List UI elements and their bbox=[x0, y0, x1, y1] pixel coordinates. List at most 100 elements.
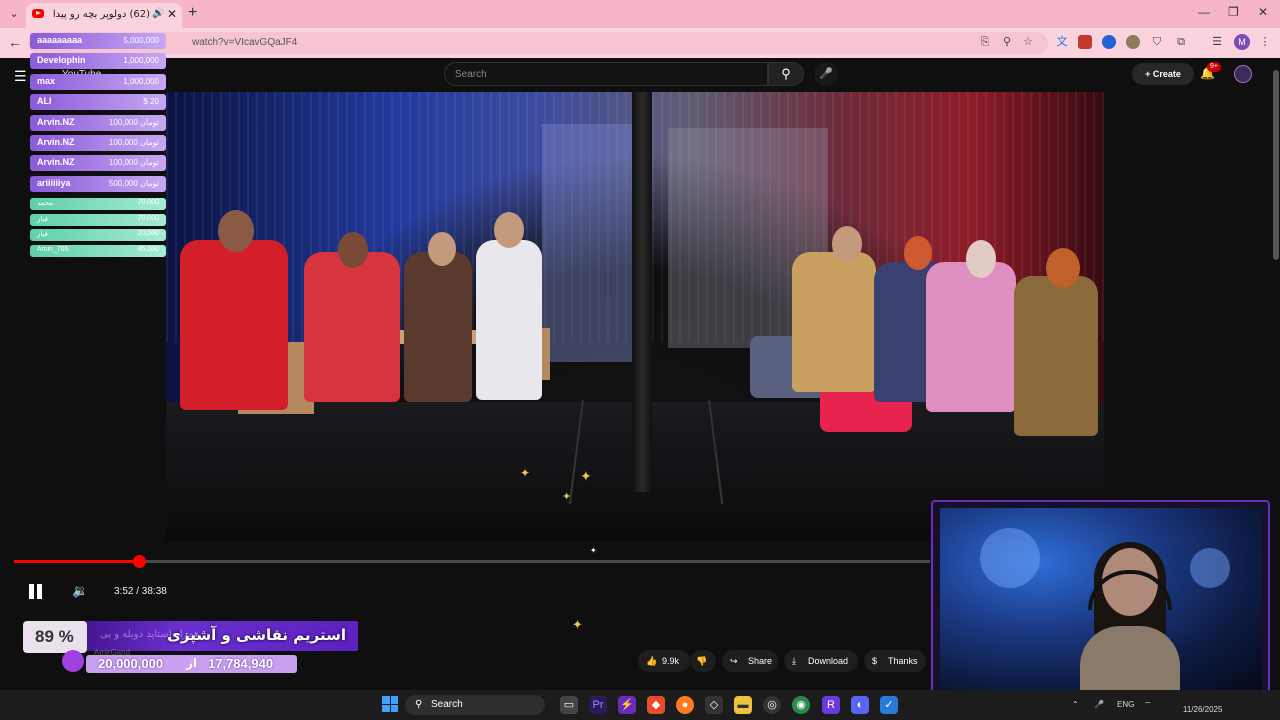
donation-amount: 70,000 bbox=[137, 214, 159, 222]
voice-search-button[interactable]: 🎤 bbox=[814, 62, 838, 86]
firefox-icon[interactable]: ● bbox=[676, 696, 694, 714]
webcam-feed bbox=[940, 508, 1262, 690]
extensions-puzzle-icon[interactable]: ⧉ bbox=[1174, 35, 1188, 49]
task-view-icon[interactable]: ▭ bbox=[560, 696, 578, 714]
hamburger-menu-icon[interactable]: ☰ bbox=[14, 68, 27, 85]
tab-search-dropdown-icon[interactable]: ⌄ bbox=[6, 6, 22, 22]
r-app-icon[interactable]: R bbox=[822, 696, 840, 714]
video-player[interactable] bbox=[166, 92, 1104, 542]
premiere-icon[interactable]: Pr bbox=[589, 696, 607, 714]
extension-brown-icon[interactable] bbox=[1126, 35, 1140, 49]
chrome-menu-icon[interactable]: ⋮ bbox=[1258, 35, 1272, 49]
chrome-icon[interactable]: ◉ bbox=[792, 696, 810, 714]
address-bar[interactable]: watch?v=VIcavGQaJF4 bbox=[28, 32, 1048, 54]
new-tab-button[interactable]: + bbox=[188, 4, 197, 22]
goal-gift-icon bbox=[62, 650, 84, 672]
donation-row: ariiiiiiya 500,000 تومان bbox=[30, 175, 166, 192]
taskbar-search-label: Search bbox=[431, 699, 463, 710]
donation-amount: 70,000 bbox=[137, 199, 159, 206]
bookmark-star-icon[interactable]: ☆ bbox=[1021, 35, 1035, 49]
donation-amount: 1,000,000 bbox=[123, 56, 159, 66]
wifi-icon[interactable]: ⌔ bbox=[1144, 700, 1152, 710]
brave-icon[interactable]: ◆ bbox=[647, 696, 665, 714]
streamlabs-icon[interactable]: ⚡ bbox=[618, 696, 636, 714]
extension-blue-icon[interactable] bbox=[1102, 35, 1116, 49]
tab-audio-icon[interactable]: 🔊 bbox=[152, 8, 164, 19]
thanks-button[interactable]: $ Thanks bbox=[864, 650, 926, 672]
light-glow bbox=[1190, 548, 1230, 588]
donation-row: ALI $ 20 bbox=[30, 94, 166, 111]
scrollbar-thumb[interactable] bbox=[1273, 70, 1279, 260]
tab-close-icon[interactable]: ✕ bbox=[167, 7, 177, 21]
obs-icon[interactable]: ◎ bbox=[763, 696, 781, 714]
youtube-avatar[interactable] bbox=[1234, 65, 1252, 83]
extension-red-icon[interactable] bbox=[1078, 35, 1092, 49]
donation-amount: 100,000 تومان bbox=[108, 138, 159, 147]
light-stand-legs bbox=[568, 399, 724, 505]
taskbar-search[interactable]: ⚲ Search bbox=[405, 695, 545, 715]
pause-button[interactable] bbox=[26, 582, 46, 602]
search-button[interactable]: ⚲ bbox=[768, 62, 804, 86]
donation-row: فیاز 20,000 bbox=[30, 229, 166, 241]
donation-row: محمد 70,000 bbox=[30, 198, 166, 210]
panelist bbox=[180, 240, 288, 410]
donor-name: فیاز bbox=[37, 215, 48, 223]
donor-name: ALI bbox=[37, 96, 52, 107]
zoom-icon[interactable]: ⚲ bbox=[1000, 35, 1014, 49]
volume-icon[interactable]: 🔉 bbox=[72, 583, 88, 599]
panelist-head bbox=[904, 236, 932, 270]
thanks-label: Thanks bbox=[888, 656, 918, 666]
streamer bbox=[1080, 542, 1180, 690]
panelist bbox=[404, 252, 472, 402]
sparkle-decoration: ✦ bbox=[590, 546, 597, 555]
language-indicator[interactable]: ENG bbox=[1117, 700, 1134, 709]
create-label: Create bbox=[1152, 69, 1181, 79]
light-glow bbox=[980, 528, 1040, 588]
browser-tab-active[interactable]: (62) دولوپر بچه رو پیدا کن به 🔊 ✕ bbox=[26, 3, 182, 28]
thanks-icon: $ bbox=[872, 656, 878, 666]
taskbar-search-icon: ⚲ bbox=[415, 699, 423, 710]
donor-name: محمد bbox=[37, 200, 53, 207]
share-icon: ↪ bbox=[730, 656, 738, 666]
microphone-icon: 🎤 bbox=[819, 68, 833, 80]
sparkle-decoration: ✦ bbox=[562, 491, 572, 503]
discord-icon[interactable]: ◐ bbox=[851, 696, 869, 714]
donor-name: Arvin.NZ bbox=[37, 137, 75, 147]
like-button[interactable]: 👍 9.9k bbox=[638, 650, 690, 672]
donation-amount: 100,000 تومان bbox=[108, 117, 159, 127]
unity-icon[interactable]: ◇ bbox=[705, 696, 723, 714]
close-window-icon[interactable]: ✕ bbox=[1258, 5, 1268, 19]
share-button[interactable]: ↪ Share bbox=[722, 650, 778, 672]
sparkle-decoration: ✦ bbox=[572, 617, 583, 632]
tray-mic-icon[interactable]: 🎤 bbox=[1094, 700, 1104, 709]
donation-amount: 1,000,000 bbox=[123, 76, 159, 86]
progress-track[interactable] bbox=[14, 560, 930, 563]
download-button[interactable]: ⤓ Download bbox=[784, 650, 858, 672]
install-app-icon[interactable]: ⎘ bbox=[978, 35, 992, 49]
minimize-icon[interactable]: — bbox=[1198, 5, 1210, 19]
windows-start-icon[interactable] bbox=[382, 696, 398, 712]
panelist-head bbox=[338, 232, 368, 268]
panelist bbox=[476, 240, 542, 400]
share-label: Share bbox=[748, 656, 773, 666]
goal-target: 20,000,000 bbox=[98, 656, 164, 671]
create-button[interactable]: + Create bbox=[1132, 63, 1194, 85]
progress-scrubber[interactable] bbox=[133, 555, 146, 568]
panelist-head bbox=[218, 210, 254, 252]
url-text: watch?v=VIcavGQaJF4 bbox=[192, 37, 298, 48]
shield-extension-icon[interactable]: ⛉ bbox=[1150, 35, 1164, 49]
back-arrow-icon[interactable]: ← bbox=[8, 34, 22, 50]
dislike-button[interactable]: 👎 bbox=[690, 650, 716, 672]
profile-avatar[interactable]: M bbox=[1234, 34, 1250, 50]
translate-extension-icon[interactable]: 文 bbox=[1055, 35, 1069, 49]
panelist bbox=[926, 262, 1016, 412]
restore-icon[interactable]: ❐ bbox=[1228, 5, 1239, 19]
clock-date[interactable]: 11/26/2025 bbox=[1183, 705, 1222, 714]
vscode-icon[interactable]: ✓ bbox=[880, 696, 898, 714]
tab-groups-icon[interactable]: ☰ bbox=[1210, 35, 1224, 49]
tray-chevron-icon[interactable]: ⌃ bbox=[1072, 700, 1079, 709]
notification-badge: 9+ bbox=[1207, 62, 1221, 72]
donation-row: فیاز 70,000 bbox=[30, 213, 166, 226]
youtube-search-input[interactable]: Search bbox=[444, 62, 768, 86]
file-explorer-icon[interactable]: ▬ bbox=[734, 696, 752, 714]
